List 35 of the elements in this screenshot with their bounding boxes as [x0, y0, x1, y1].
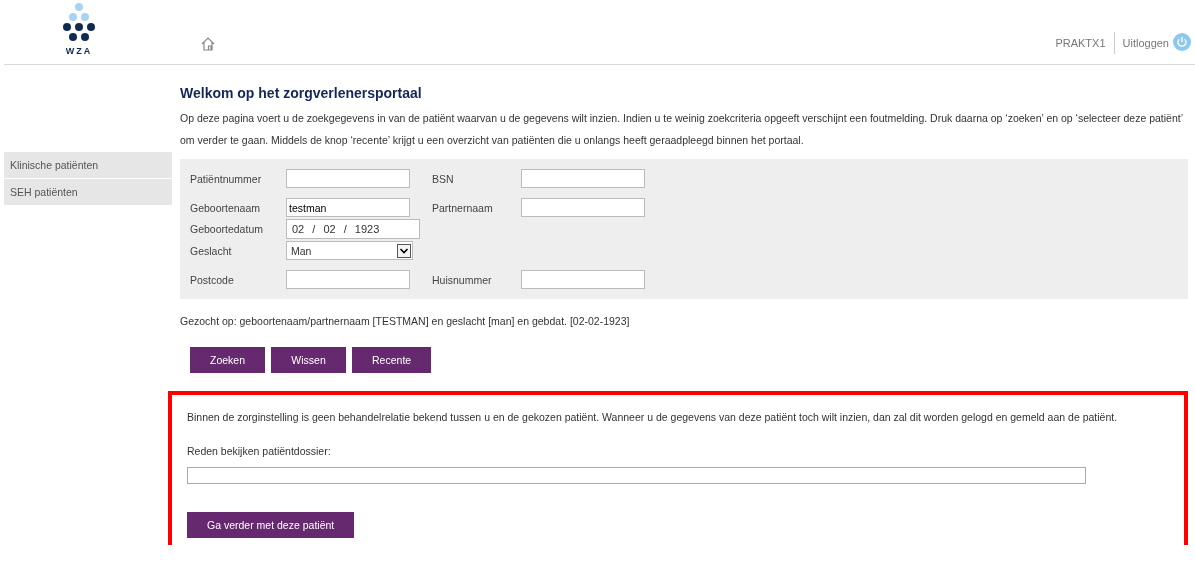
- field-label: Geslacht: [190, 244, 233, 257]
- field-label: Geboortenaam: [190, 201, 262, 214]
- power-icon[interactable]: [1173, 33, 1191, 51]
- date-field[interactable]: 02 / 02 / 1923: [286, 219, 420, 239]
- dropdown-value: Man: [291, 244, 312, 257]
- action-button[interactable]: Zoeken: [190, 347, 266, 373]
- field-label: Patiëntnummer: [190, 172, 263, 185]
- field-label: Huisnummer: [432, 273, 493, 286]
- input-field[interactable]: [521, 169, 645, 188]
- input-field[interactable]: [286, 169, 410, 188]
- search-summary: Gezocht op: geboortenaam/partnernaam [TESTMAN] en geslacht [man] en gebdat. [02-02-1923]: [180, 315, 631, 327]
- page-title: Welkom op het zorgverlenersportaal: [180, 85, 423, 101]
- field-label: Geboortedatum: [190, 223, 264, 235]
- field-label: BSN: [432, 172, 455, 185]
- logout-link[interactable]: Uitloggen: [1122, 32, 1169, 54]
- input-field[interactable]: [521, 270, 645, 289]
- input-field[interactable]: [521, 198, 645, 217]
- input-field[interactable]: testman: [286, 198, 410, 217]
- field-label: Partnernaam: [432, 201, 494, 214]
- continue-button[interactable]: Ga verder met deze patiënt: [187, 512, 355, 538]
- username-text: PRAKTX1: [1055, 32, 1115, 54]
- field-label: Postcode: [190, 273, 235, 286]
- action-button[interactable]: Wissen: [271, 347, 347, 373]
- warning-text: Binnen de zorginstelling is geen behandelrelatie bekend tussen u en de gekozen patiënt. Wanneer u de gegevens van deze patiënt toch wilt inzien, dan zal dit worden gelogd en gemeld aan de patiënt.: [187, 411, 1119, 423]
- sidebar-item[interactable]: Klinische patiënten: [4, 152, 172, 178]
- logo-text: WZA: [65, 46, 93, 56]
- caret-icon[interactable]: [397, 243, 411, 258]
- input-field[interactable]: [286, 270, 410, 289]
- field-label: Reden bekijken patiëntdossier:: [187, 445, 332, 457]
- sidebar-item[interactable]: SEH patiënten: [4, 179, 172, 205]
- action-button[interactable]: Recente: [352, 347, 432, 373]
- dropdown[interactable]: Man: [286, 241, 413, 260]
- home-icon[interactable]: [200, 36, 216, 52]
- intro-text: Op deze pagina voert u de zoekgegevens in van de patiënt waarvan u de gegevens wilt inzien. Indien u te weinig zoekcriteria opgeeft verschijnt een foutmelding. Druk daarna op ‘zoeken’ en op ‘selecteer deze patiënt’ om verder te gaan. Middels de knop ‘recente’ krijgt u een overzicht van patiënten die u onlangs heeft geraadpleegd binnen het portaal.: [180, 111, 1184, 148]
- reason-field[interactable]: [187, 467, 1086, 484]
